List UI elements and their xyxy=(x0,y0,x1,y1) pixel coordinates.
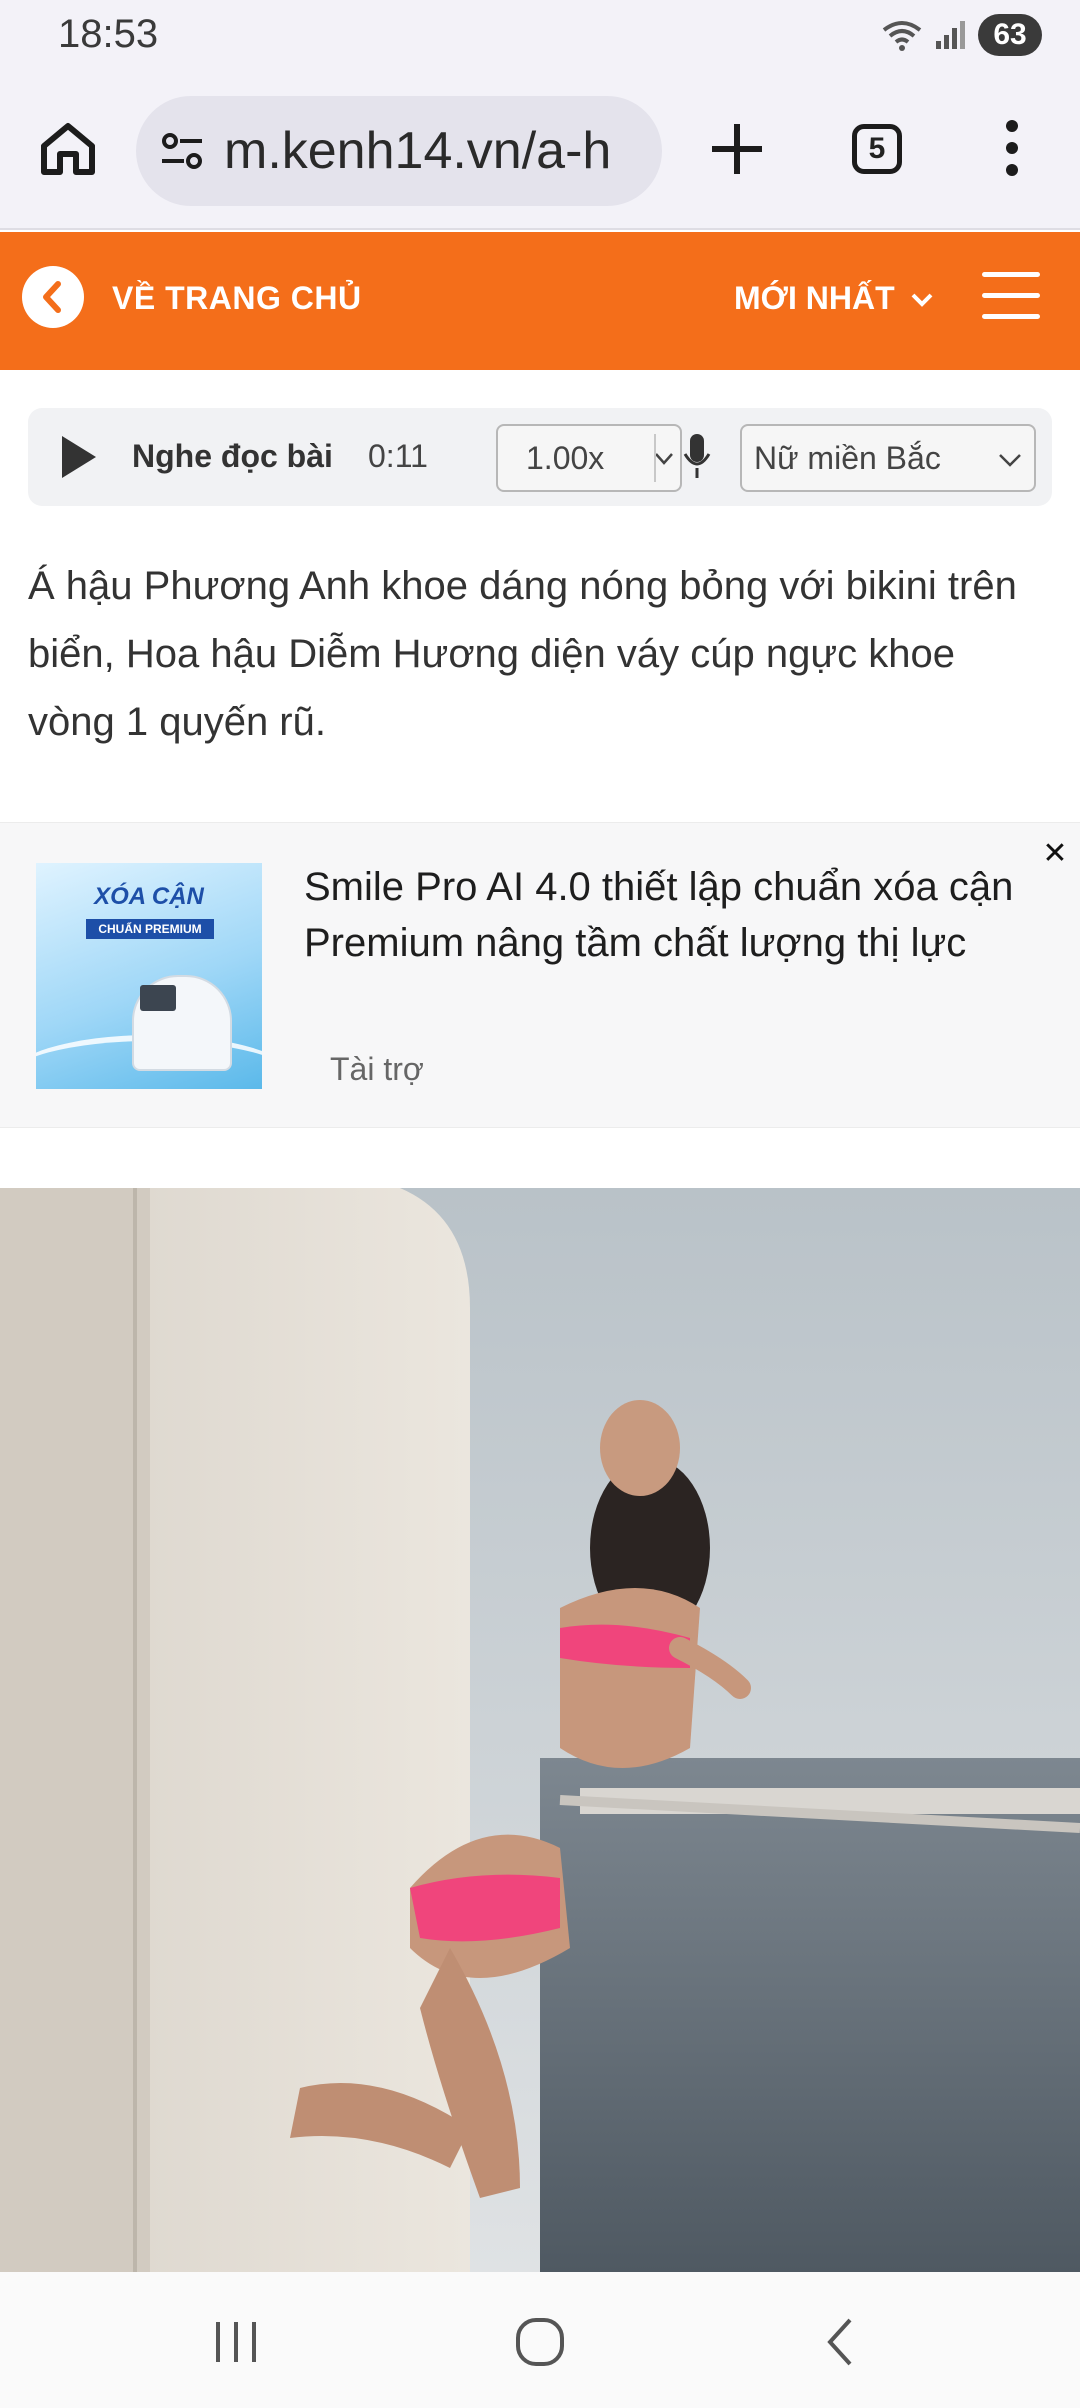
chevron-left-icon xyxy=(43,281,61,313)
site-settings-icon[interactable] xyxy=(158,127,206,175)
system-nav-bar xyxy=(0,2272,1080,2408)
page: 18:53 63 m.kenh14.vn/a-h 5 VỀ TRANG CHỦ … xyxy=(0,0,1080,2408)
audio-time: 0:11 xyxy=(368,438,428,474)
url-text[interactable]: m.kenh14.vn/a-h xyxy=(224,121,611,181)
article-summary: Á hậu Phương Anh khoe dáng nóng bỏng với… xyxy=(28,564,1017,744)
speed-value: 1.00x xyxy=(526,440,605,476)
wifi-icon xyxy=(882,21,922,51)
chevron-down-icon xyxy=(655,453,673,465)
browser-toolbar: m.kenh14.vn/a-h 5 xyxy=(0,72,1080,230)
voice-select[interactable]: Nữ miền Bắc xyxy=(740,424,1036,492)
newest-dropdown[interactable]: MỚI NHẤT xyxy=(734,280,895,317)
ad-image-screen xyxy=(140,985,176,1011)
tabs-icon[interactable]: 5 xyxy=(852,124,902,174)
chevron-down-icon[interactable] xyxy=(910,292,934,308)
close-icon[interactable]: ✕ xyxy=(1040,839,1070,869)
ad-image-title: XÓA CẬN xyxy=(94,883,204,910)
play-icon[interactable] xyxy=(58,434,98,480)
home-icon[interactable] xyxy=(36,116,100,180)
hamburger-menu-icon[interactable] xyxy=(982,272,1040,322)
microphone-icon[interactable] xyxy=(682,432,712,482)
signal-icon xyxy=(936,21,965,49)
back-home-button[interactable] xyxy=(22,266,84,328)
chevron-down-icon xyxy=(999,454,1021,467)
battery-icon: 63 xyxy=(978,14,1042,56)
status-icons: 63 xyxy=(882,14,1042,56)
voice-value: Nữ miền Bắc xyxy=(754,440,941,476)
back-icon[interactable] xyxy=(812,2312,872,2372)
article-photo-illustration xyxy=(0,1188,1080,2272)
status-time: 18:53 xyxy=(58,12,159,56)
ad-image-badge: CHUẨN PREMIUM xyxy=(86,919,214,939)
recent-apps-icon[interactable] xyxy=(206,2312,266,2372)
divider xyxy=(654,434,656,482)
url-bar[interactable]: m.kenh14.vn/a-h xyxy=(136,96,662,206)
audio-label: Nghe đọc bài xyxy=(132,438,333,474)
sponsored-card[interactable]: XÓA CẬN CHUẨN PREMIUM Smile Pro AI 4.0 t… xyxy=(0,822,1080,1128)
sponsored-label: Tài trợ xyxy=(330,1051,424,1087)
audio-player: Nghe đọc bài 0:11 1.00x Nữ miền Bắc xyxy=(28,408,1052,506)
ad-title[interactable]: Smile Pro AI 4.0 thiết lập chuẩn xóa cận… xyxy=(304,859,1034,971)
new-tab-icon[interactable] xyxy=(706,118,768,180)
status-bar: 18:53 63 xyxy=(0,0,1080,72)
home-link[interactable]: VỀ TRANG CHỦ xyxy=(112,280,362,317)
article-photo xyxy=(0,1188,1080,2272)
site-header: VỀ TRANG CHỦ MỚI NHẤT xyxy=(0,232,1080,370)
more-options-icon[interactable] xyxy=(990,116,1034,180)
home-circle-icon[interactable] xyxy=(510,2312,570,2372)
ad-image[interactable]: XÓA CẬN CHUẨN PREMIUM xyxy=(36,863,262,1089)
